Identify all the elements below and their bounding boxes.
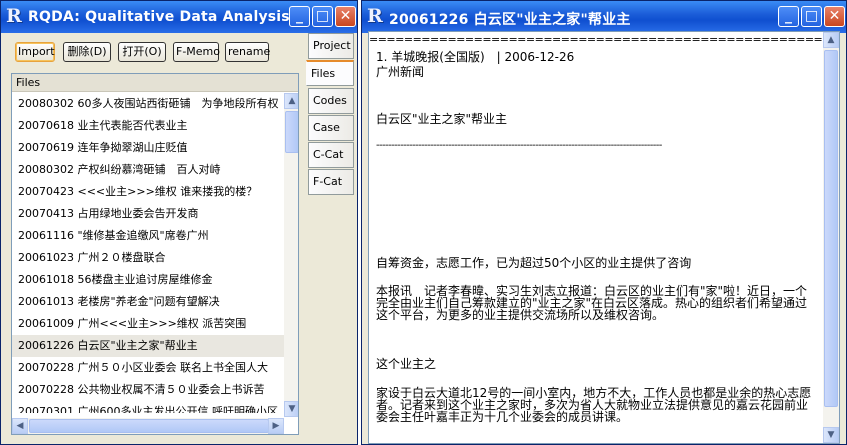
open-button[interactable]: 打开(O) — [118, 42, 166, 62]
minimize-icon: _ — [785, 8, 792, 24]
minimize-icon: _ — [296, 8, 303, 24]
r-logo-icon: R — [6, 5, 22, 27]
file-list-item[interactable]: 20080302 60多人夜围站西街砸铺 为争地段所有权 — [12, 93, 284, 115]
document-window: R 20061226 白云区"业主之家"帮业主 _ □ ✕ ==========… — [361, 0, 847, 445]
files-horizontal-scrollbar[interactable]: ◀ ▶ — [12, 418, 284, 434]
minimize-button[interactable]: _ — [289, 6, 310, 27]
tab-files[interactable]: Files — [306, 60, 354, 86]
separator-line: ========================================… — [369, 33, 839, 46]
file-list-item[interactable]: 20070228 广州５０小区业委会 联名上书全国人大 — [12, 357, 284, 379]
file-list-item[interactable]: 20070228 公共物业权属不清５０业委会上书诉苦 — [12, 379, 284, 401]
files-panel: Files 20080302 60多人夜围站西街砸铺 为争地段所有权 200706… — [11, 73, 299, 435]
delete-button[interactable]: 删除(D) — [63, 42, 111, 62]
left-titlebar[interactable]: R RQDA: Qualitative Data Analysis. _ □ ✕ — [1, 1, 357, 33]
headline: 白云区"业主之家"帮业主 — [376, 112, 508, 126]
close-button[interactable]: ✕ — [335, 6, 356, 27]
scroll-up-icon[interactable]: ▲ — [823, 32, 839, 48]
file-list-item[interactable]: 20070619 连年争拗翠湖山庄贬值 — [12, 137, 284, 159]
minimize-button[interactable]: _ — [778, 6, 799, 27]
scroll-up-icon[interactable]: ▲ — [284, 93, 298, 109]
dashes-line: ----------------------------------------… — [376, 140, 662, 151]
fmemo-button[interactable]: F-Memo — [173, 42, 220, 62]
maximize-icon: □ — [804, 8, 819, 24]
horizontal-scroll-thumb[interactable] — [29, 419, 269, 433]
close-icon: ✕ — [339, 8, 352, 24]
file-list-item[interactable]: 20061116 "维修基金追缴风"席卷广州 — [12, 225, 284, 247]
file-list-item[interactable]: 20061009 广州<<<业主>>>维权 派苦突围 — [12, 313, 284, 335]
paragraph-1: 本报讯 记者李春暐、实习生刘志立报道：白云区的业主们有"家"啦！近日，一个完全由… — [376, 284, 808, 322]
right-titlebar[interactable]: R 20061226 白云区"业主之家"帮业主 _ □ ✕ — [362, 1, 846, 33]
scroll-thumb[interactable] — [285, 111, 298, 153]
scroll-thumb[interactable] — [824, 50, 838, 407]
paragraph-2: 这个业主之 — [376, 357, 437, 371]
maximize-icon: □ — [315, 8, 330, 24]
close-icon: ✕ — [828, 8, 841, 24]
scroll-down-icon[interactable]: ▼ — [823, 427, 839, 443]
scroll-right-icon[interactable]: ▶ — [268, 418, 284, 434]
tab-project[interactable]: Project — [308, 33, 354, 59]
file-list-item[interactable]: 20070423 <<<业主>>>维权 谁来搂我的楼？ — [12, 181, 284, 203]
r-logo-icon: R — [367, 5, 383, 27]
files-vertical-scrollbar[interactable]: ▲ ▼ — [284, 93, 298, 417]
files-toolbar: Import 删除(D) 打开(O) F-Memo rename — [11, 39, 307, 67]
tab-c-cat[interactable]: C-Cat — [308, 142, 354, 168]
maximize-button[interactable]: □ — [801, 6, 822, 27]
paragraph-3: 家设于白云大道北12号的一间小室内，地方不大，工作人员也都是业余的热心志愿者。记… — [376, 386, 812, 424]
maximize-button[interactable]: □ — [312, 6, 333, 27]
left-window-title: RQDA: Qualitative Data Analysis. — [28, 9, 296, 25]
document-vertical-scrollbar[interactable]: ▲ ▼ — [823, 32, 839, 443]
file-list-item[interactable]: 20061023 广州２０楼盘联合 — [12, 247, 284, 269]
files-column-header[interactable]: Files — [12, 74, 298, 92]
rqda-main-window: R RQDA: Qualitative Data Analysis. _ □ ✕… — [0, 0, 358, 445]
file-list-item[interactable]: 20070301 广州600多业主发出公开信 呼吁明确小区 — [12, 401, 284, 413]
file-list-item[interactable]: 20080302 产权纠纷慕湾砸铺 百人对峙 — [12, 159, 284, 181]
import-button[interactable]: Import — [15, 42, 55, 62]
close-button[interactable]: ✕ — [824, 6, 845, 27]
scroll-left-icon[interactable]: ◀ — [12, 418, 28, 434]
file-list-item[interactable]: 20070413 占用绿地业委会告开发商 — [12, 203, 284, 225]
section-line: 广州新闻 — [376, 65, 425, 79]
tab-case[interactable]: Case — [308, 115, 354, 141]
file-list-item[interactable]: 20061226 白云区"业主之家"帮业主 — [12, 335, 284, 357]
tab-codes[interactable]: Codes — [308, 88, 354, 114]
document-text-area[interactable]: ========================================… — [368, 31, 840, 444]
file-list-item[interactable]: 20061018 56楼盘主业追讨房屋维修金 — [12, 269, 284, 291]
file-list-item[interactable]: 20070618 业主代表能否代表业主 — [12, 115, 284, 137]
lead-paragraph: 自筹资金，志愿工作，已为超过50个小区的业主提供了咨询 — [376, 256, 692, 270]
scroll-down-icon[interactable]: ▼ — [284, 401, 298, 417]
document-window-title: 20061226 白云区"业主之家"帮业主 — [389, 12, 631, 28]
files-list: 20080302 60多人夜围站西街砸铺 为争地段所有权 20070618 业主代… — [12, 93, 284, 413]
rename-button[interactable]: rename — [225, 42, 270, 62]
file-list-item[interactable]: 20061013 老楼房"养老金"问题有望解决 — [12, 291, 284, 313]
tab-f-cat[interactable]: F-Cat — [308, 169, 354, 195]
